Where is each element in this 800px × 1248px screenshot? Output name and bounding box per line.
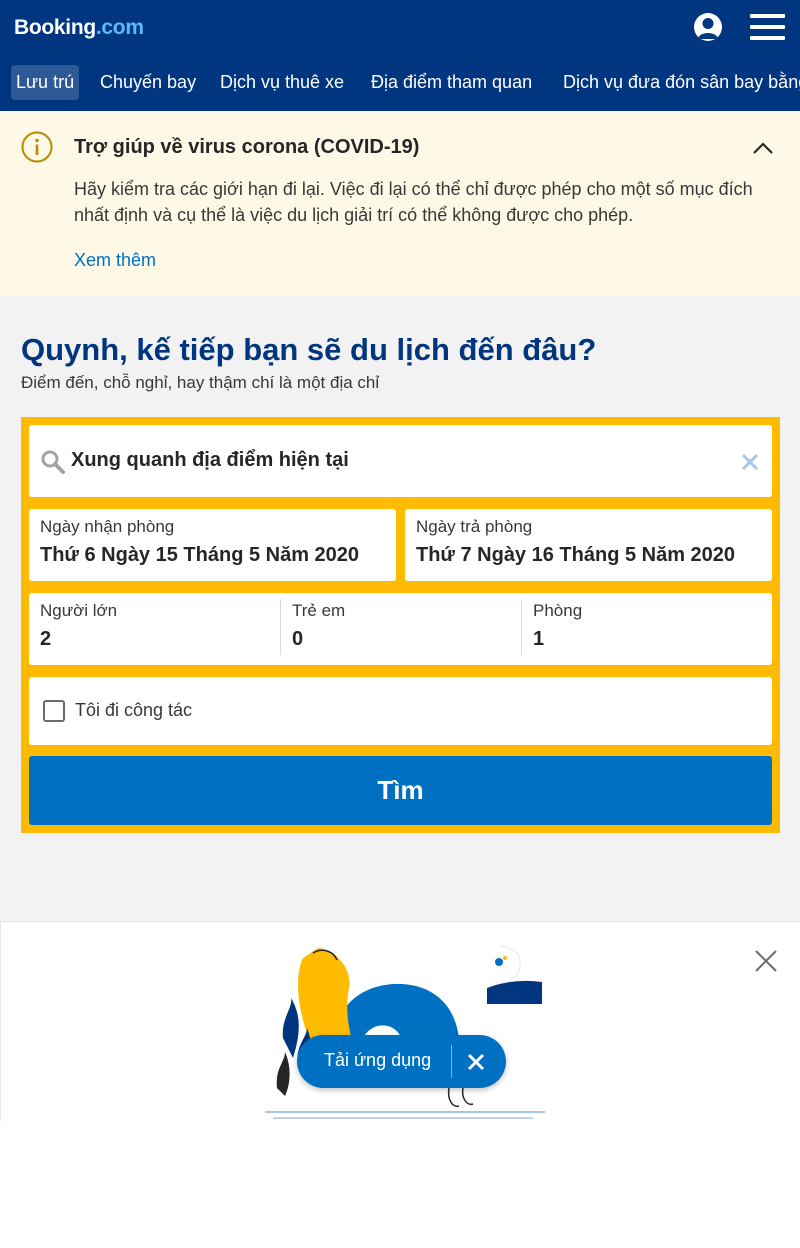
product-nav: Lưu trú Chuyến bay Dịch vụ thuê xe Địa đ… [0,62,800,104]
user-account-icon[interactable] [694,13,722,41]
checkin-label: Ngày nhận phòng [40,517,175,536]
checkout-value: Thứ 7 Ngày 16 Tháng 5 Năm 2020 [416,544,736,566]
covid-read-more-link[interactable]: Xem thêm [74,250,156,271]
adults-label: Người lớn [40,601,118,620]
chevron-up-icon[interactable] [752,141,774,155]
page-subtitle: Điểm đến, chỗ nghỉ, hay thậm chí là một … [21,373,380,392]
covid-notice: Trợ giúp về virus corona (COVID-19) Hãy … [0,111,800,296]
top-header: Booking.com Lưu trú Chuyến bay Dịch vụ t… [0,0,800,111]
adults-selector[interactable]: Người lớn 2 [29,593,280,665]
nav-tab-flights[interactable]: Chuyến bay [95,65,201,100]
occupancy-field: Người lớn 2 Trẻ em 0 Phòng 1 [29,593,772,665]
rooms-label: Phòng [533,601,583,620]
checkin-value: Thứ 6 Ngày 15 Tháng 5 Năm 2020 [40,544,360,566]
app-download-banner: Tải ứng dụng [0,921,800,1121]
children-label: Trẻ em [292,601,346,620]
checkin-date-field[interactable]: Ngày nhận phòng Thứ 6 Ngày 15 Tháng 5 Nă… [29,509,396,581]
divider [451,1045,452,1078]
search-box: Xung quanh địa điểm hiện tại Ngày nhận p… [21,417,780,833]
destination-input[interactable]: Xung quanh địa điểm hiện tại [71,449,711,472]
adults-value: 2 [40,628,52,650]
business-travel-label: Tôi đi công tác [75,700,193,720]
checkout-label: Ngày trả phòng [416,517,533,536]
children-selector[interactable]: Trẻ em 0 [281,593,521,665]
get-app-button[interactable]: Tải ứng dụng [297,1035,506,1088]
covid-title: Trợ giúp về virus corona (COVID-19) [74,136,420,158]
logo-main: Booking [14,16,96,39]
clear-destination-icon[interactable] [739,451,761,473]
children-value: 0 [292,628,304,650]
nav-tab-stays[interactable]: Lưu trú [11,65,80,100]
business-travel-checkbox[interactable] [43,700,65,722]
destination-field[interactable]: Xung quanh địa điểm hiện tại [29,425,772,497]
checkout-date-field[interactable]: Ngày trả phòng Thứ 7 Ngày 16 Tháng 5 Năm… [405,509,772,581]
hamburger-menu-icon[interactable] [750,14,785,40]
close-icon[interactable] [466,1052,486,1072]
info-icon [21,131,53,163]
rooms-selector[interactable]: Phòng 1 [522,593,772,665]
close-icon[interactable] [753,948,779,974]
search-icon [40,449,66,475]
nav-tab-attractions[interactable]: Địa điểm tham quan [366,65,537,100]
business-travel-field[interactable]: Tôi đi công tác [29,677,772,745]
nav-tab-car-rentals[interactable]: Dịch vụ thuê xe [215,65,349,100]
search-button[interactable]: Tìm [29,756,772,825]
rooms-value: 1 [533,628,545,650]
logo-suffix: .com [95,16,144,39]
covid-description: Hãy kiểm tra các giới hạn đi lại. Việc đ… [74,179,753,225]
get-app-label: Tải ứng dụng [324,1050,432,1070]
page-title: Quynh, kế tiếp bạn sẽ du lịch đến đâu? [21,332,597,367]
nav-tab-airport-taxis[interactable]: Dịch vụ đưa đón sân bay bằng taxi [558,65,800,100]
search-section: Quynh, kế tiếp bạn sẽ du lịch đến đâu? Đ… [0,296,800,921]
travel-illustration [263,938,545,1121]
booking-logo[interactable]: Booking.com [14,16,144,40]
